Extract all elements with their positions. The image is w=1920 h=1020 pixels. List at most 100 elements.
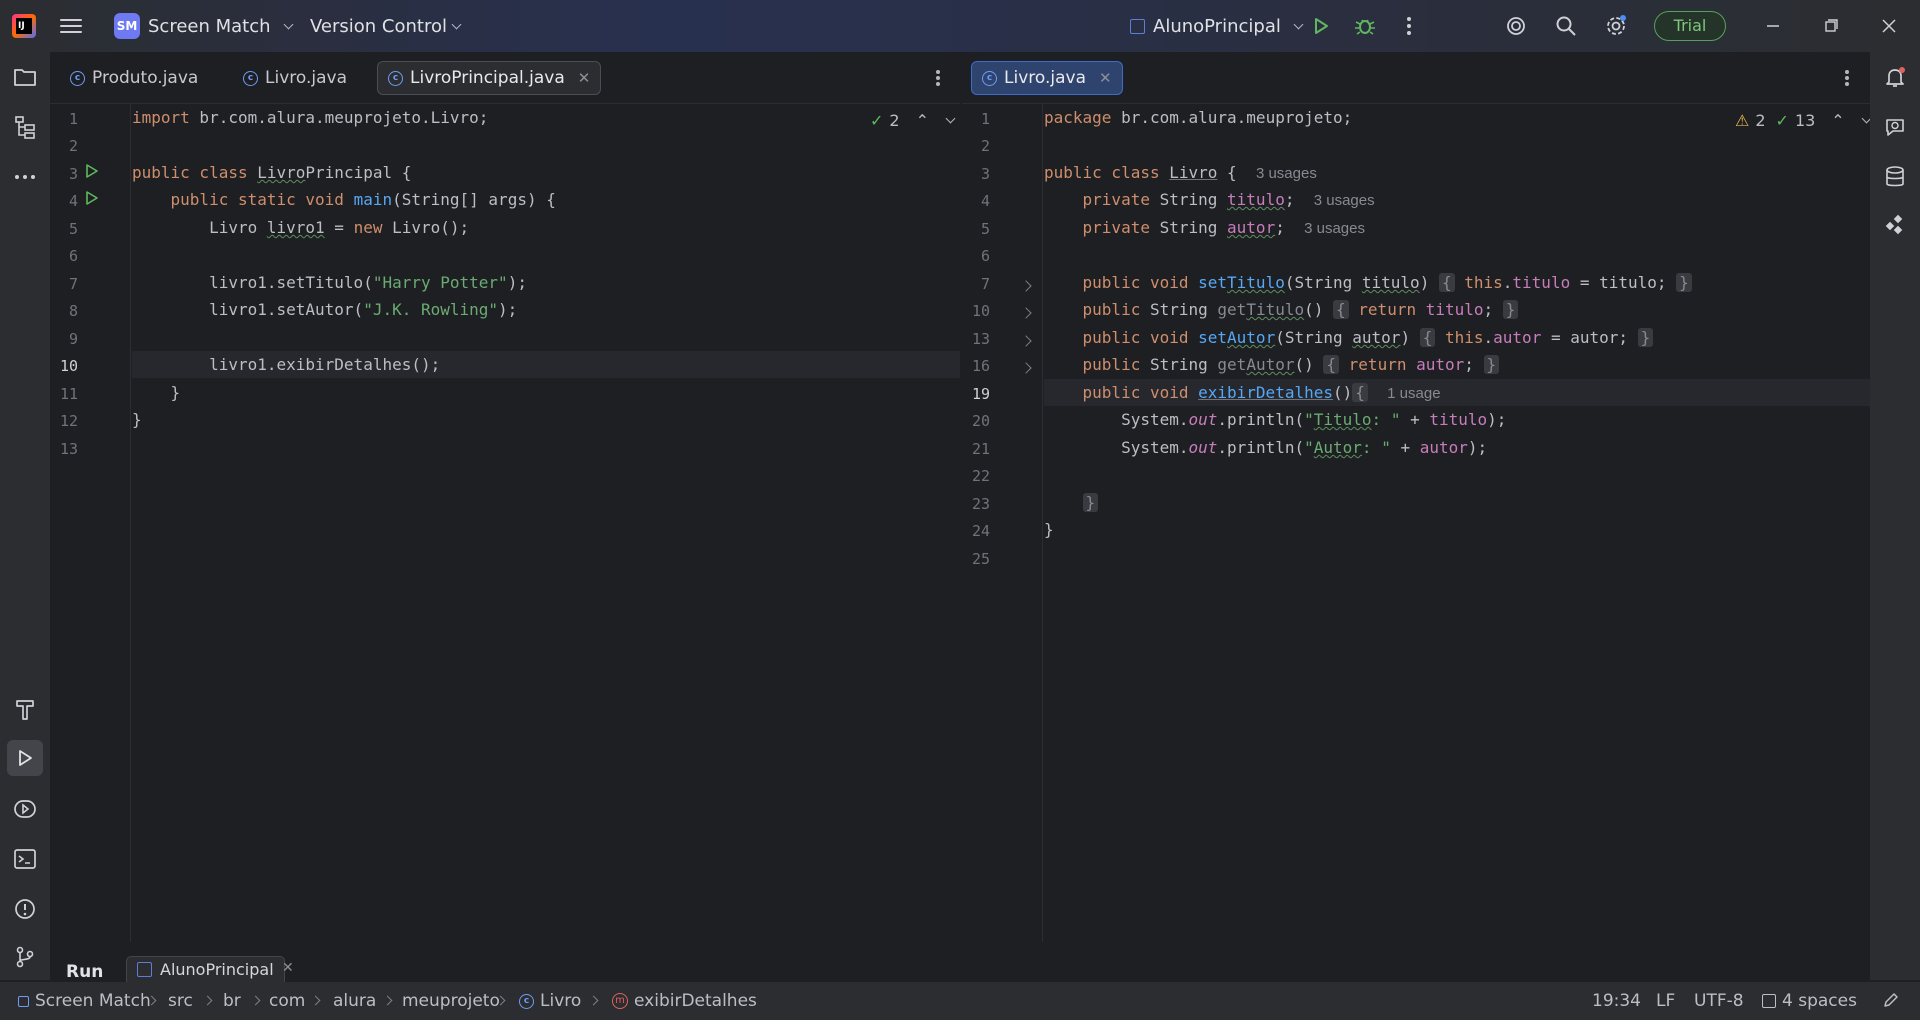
breadcrumb-alura[interactable]: alura — [333, 991, 376, 1011]
settings-gear-icon[interactable] — [1603, 13, 1629, 39]
usages-hint[interactable]: 3 usages — [1314, 192, 1375, 209]
fold-chevron-icon[interactable] — [1020, 335, 1032, 347]
run-tab[interactable]: AlunoPrincipal — [126, 956, 285, 982]
breadcrumb-label: Screen Match — [35, 991, 151, 1011]
services-icon[interactable] — [12, 796, 38, 822]
right-editor-tabs: c Livro.java ✕ — [962, 52, 1870, 104]
run-panel-title[interactable]: Run — [66, 962, 103, 982]
intellij-logo-icon[interactable]: IJ — [12, 14, 36, 38]
close-tab-icon[interactable]: ✕ — [578, 69, 591, 87]
trial-badge[interactable]: Trial — [1654, 11, 1726, 41]
breadcrumb-separator-icon — [310, 995, 321, 1006]
run-config-icon — [1130, 18, 1145, 34]
breadcrumb-meuprojeto[interactable]: meuprojeto — [402, 991, 500, 1011]
tab-options-icon[interactable] — [935, 68, 941, 88]
line-number: 6 — [980, 247, 990, 265]
line-number: 11 — [59, 385, 78, 403]
structure-icon[interactable] — [12, 114, 38, 140]
more-tools-icon[interactable] — [12, 164, 38, 190]
runnable-class-icon: c — [388, 70, 403, 86]
breadcrumb-method[interactable]: m exibirDetalhes — [612, 991, 757, 1011]
main-menu-icon[interactable] — [60, 15, 82, 35]
breadcrumb-separator-icon — [382, 995, 393, 1006]
project-folder-icon[interactable] — [12, 64, 38, 90]
line-number: 4 — [68, 192, 78, 210]
status-bar: Screen Match src br com alura meuprojeto… — [0, 982, 1920, 1020]
breadcrumb-label: com — [269, 991, 306, 1011]
search-icon[interactable] — [1553, 13, 1579, 39]
file-encoding[interactable]: UTF-8 — [1694, 991, 1744, 1011]
ai-assistant-icon[interactable] — [1503, 13, 1529, 39]
tab-label: LivroPrincipal.java — [410, 68, 565, 88]
left-tool-strip — [0, 52, 50, 980]
module-icon — [18, 995, 29, 1007]
line-number: 20 — [971, 412, 990, 430]
line-number: 7 — [68, 275, 78, 293]
breadcrumb-separator-icon — [588, 995, 599, 1006]
minimize-icon[interactable] — [1760, 13, 1786, 39]
usages-hint[interactable]: 3 usages — [1304, 220, 1365, 237]
tab-livroprincipal-java[interactable]: c LivroPrincipal.java ✕ — [377, 61, 602, 95]
fold-chevron-icon[interactable] — [1020, 362, 1032, 374]
tab-livro-java[interactable]: c Livro.java — [233, 61, 357, 95]
problems-icon[interactable] — [12, 896, 38, 922]
tab-livro-java-right[interactable]: c Livro.java ✕ — [971, 61, 1123, 95]
close-run-tab-icon[interactable]: ✕ — [282, 960, 294, 976]
breadcrumb-src[interactable]: src — [168, 991, 193, 1011]
debug-icon[interactable] — [1352, 13, 1378, 39]
breadcrumb-livro[interactable]: c Livro — [519, 991, 581, 1011]
fold-chevron-icon[interactable] — [1020, 307, 1032, 319]
indent-setting[interactable]: 4 spaces — [1762, 991, 1857, 1011]
run-icon[interactable] — [1308, 13, 1334, 39]
run-class-icon[interactable] — [85, 163, 99, 178]
line-number: 5 — [980, 220, 990, 238]
tab-produto-java[interactable]: c Produto.java — [60, 61, 208, 95]
left-editor-pane: c Produto.java c Livro.java c LivroPrinc… — [50, 52, 960, 942]
code-line: private String titulo; 3 usages — [1044, 190, 1375, 209]
version-control-menu[interactable]: Version Control — [310, 12, 462, 40]
code-line: public class LivroPrincipal { — [132, 163, 412, 182]
run-configuration-selector[interactable]: AlunoPrincipal — [1130, 12, 1304, 40]
breadcrumb-br[interactable]: br — [223, 991, 241, 1011]
notifications-bell-icon[interactable] — [1882, 64, 1908, 90]
line-number: 13 — [971, 330, 990, 348]
line-ending[interactable]: LF — [1656, 991, 1675, 1011]
close-window-icon[interactable] — [1876, 13, 1902, 39]
breadcrumb-label: exibirDetalhes — [634, 991, 757, 1011]
edit-lock-icon[interactable] — [1882, 991, 1900, 1014]
plugins-icon[interactable] — [1882, 212, 1908, 238]
code-line: public String getAutor() { return autor;… — [1044, 351, 1870, 378]
tab-options-icon[interactable] — [1844, 68, 1850, 88]
usages-hint[interactable]: 1 usage — [1387, 385, 1440, 402]
run-tool-icon[interactable] — [7, 740, 43, 776]
current-code-line: livro1.exibirDetalhes(); — [132, 351, 960, 378]
breadcrumb-project[interactable]: Screen Match — [18, 991, 151, 1011]
code-line: private String autor; 3 usages — [1044, 218, 1365, 237]
close-tab-icon[interactable]: ✕ — [1099, 69, 1112, 87]
line-number: 7 — [980, 275, 990, 293]
code-line: } — [132, 410, 142, 429]
left-code-area[interactable]: import br.com.alura.meuprojeto.Livro; pu… — [132, 104, 960, 942]
right-code-area[interactable]: package br.com.alura.meuprojeto; public … — [1044, 104, 1870, 942]
ai-chat-icon[interactable] — [1882, 114, 1908, 140]
line-number: 4 — [980, 192, 990, 210]
line-number: 12 — [59, 412, 78, 430]
more-actions-icon[interactable] — [1396, 13, 1422, 39]
database-icon[interactable] — [1882, 164, 1908, 190]
tab-label: Livro.java — [265, 68, 347, 88]
build-hammer-icon[interactable] — [12, 696, 38, 722]
terminal-icon[interactable] — [12, 846, 38, 872]
fold-chevron-icon[interactable] — [1020, 280, 1032, 292]
caret-position[interactable]: 19:34 — [1592, 991, 1641, 1011]
tab-label: Livro.java — [1004, 68, 1086, 88]
run-main-icon[interactable] — [85, 190, 99, 205]
line-number: 10 — [971, 302, 990, 320]
breadcrumb-com[interactable]: com — [269, 991, 305, 1011]
restore-icon[interactable] — [1818, 13, 1844, 39]
git-branch-icon[interactable] — [12, 944, 38, 970]
project-name: Screen Match — [148, 15, 271, 37]
code-line: } — [1044, 520, 1054, 539]
left-editor-tabs: c Produto.java c Livro.java c LivroPrinc… — [50, 52, 960, 104]
project-selector[interactable]: SM Screen Match — [114, 12, 293, 40]
usages-hint[interactable]: 3 usages — [1256, 165, 1317, 182]
